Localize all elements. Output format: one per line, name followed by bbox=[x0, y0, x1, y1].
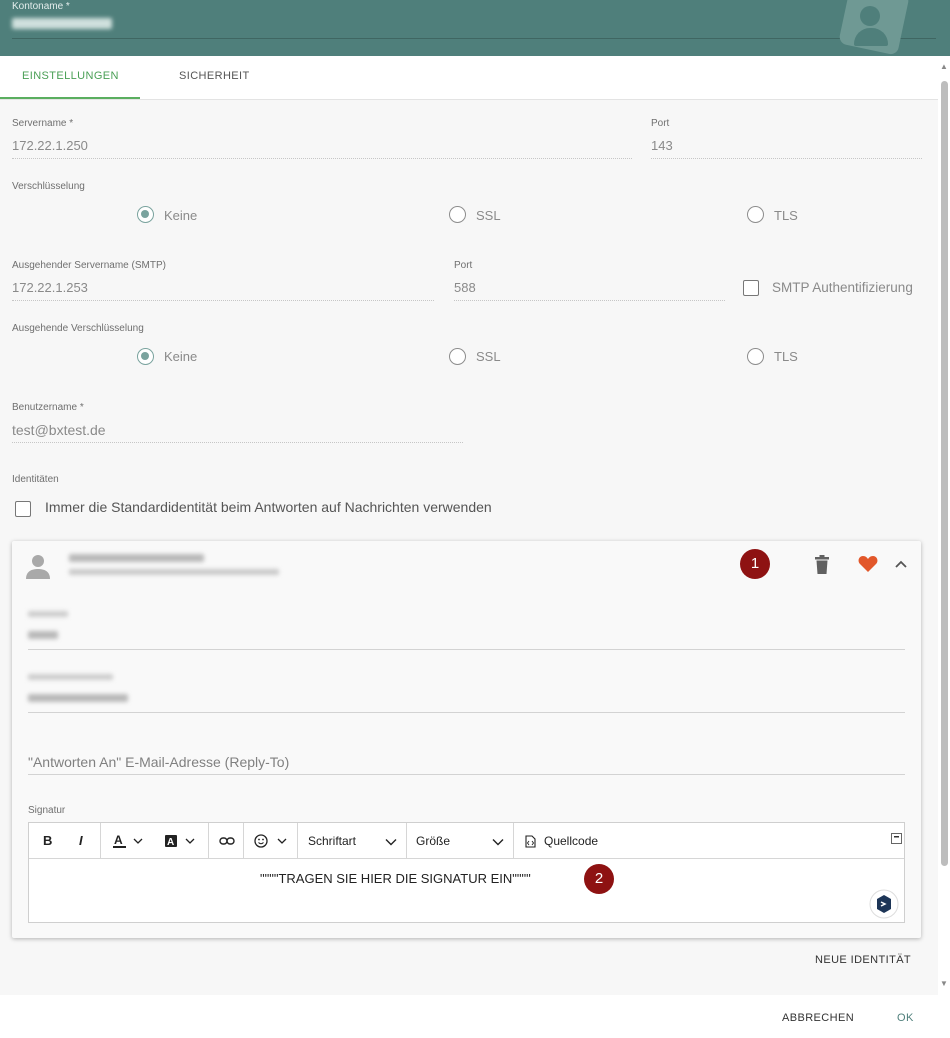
identity-field1-label-redacted bbox=[28, 611, 68, 617]
default-identity-label: Immer die Standardidentität beim Antwort… bbox=[45, 499, 492, 515]
chevron-up-icon[interactable] bbox=[894, 559, 908, 569]
svg-text:A: A bbox=[114, 834, 123, 847]
encryption-label: Verschlüsselung bbox=[12, 181, 85, 192]
smtp-server-label: Ausgehender Servername (SMTP) bbox=[12, 260, 166, 271]
port-underline bbox=[651, 158, 922, 159]
username-field[interactable]: test@bxtest.de bbox=[12, 422, 106, 438]
text-color-button[interactable]: A bbox=[113, 834, 147, 849]
scroll-down-arrow-icon[interactable]: ▼ bbox=[940, 979, 948, 988]
smtp-auth-label: SMTP Authentifizierung bbox=[772, 280, 913, 295]
link-icon[interactable] bbox=[219, 836, 235, 846]
account-name-label: Kontoname * bbox=[12, 1, 70, 12]
identity-card: 1 "Antworten An" E-Mail-Adresse (Reply-T… bbox=[12, 541, 921, 938]
reply-to-field[interactable]: "Antworten An" E-Mail-Adresse (Reply-To) bbox=[28, 754, 289, 770]
smtp-port-underline bbox=[454, 300, 725, 301]
source-code-button[interactable]: Quellcode bbox=[544, 823, 598, 859]
account-avatar-icon bbox=[838, 0, 910, 56]
bold-button[interactable]: B bbox=[43, 823, 52, 859]
server-name-underline bbox=[12, 158, 632, 159]
reply-to-underline bbox=[28, 774, 905, 775]
tab-einstellungen[interactable]: EINSTELLUNGEN bbox=[22, 70, 119, 82]
chevron-down-icon[interactable] bbox=[492, 838, 504, 846]
account-name-underline bbox=[12, 38, 936, 39]
smtp-port-label: Port bbox=[454, 260, 473, 271]
signature-content[interactable]: """"TRAGEN SIE HIER DIE SIGNATUR EIN"""" bbox=[260, 871, 531, 886]
encryption-option-keine: Keine bbox=[164, 208, 198, 223]
identity-field2-underline bbox=[28, 712, 905, 713]
outgoing-encryption-option-keine: Keine bbox=[164, 349, 198, 364]
background-color-button[interactable]: A bbox=[164, 834, 200, 849]
tab-bar: EINSTELLUNGEN SICHERHEIT bbox=[0, 56, 938, 100]
scrollbar-thumb[interactable] bbox=[941, 81, 948, 866]
identity-field2-value-redacted[interactable] bbox=[28, 694, 128, 702]
grammar-assistant-icon[interactable] bbox=[869, 889, 899, 919]
outgoing-encryption-option-ssl: SSL bbox=[476, 349, 501, 364]
collapse-toolbar-icon[interactable] bbox=[891, 833, 902, 844]
smtp-server-field[interactable]: 172.22.1.253 bbox=[12, 280, 88, 295]
italic-button[interactable]: I bbox=[79, 823, 83, 859]
annotation-badge-2: 2 bbox=[584, 864, 614, 894]
username-underline bbox=[12, 442, 463, 443]
ok-button[interactable]: OK bbox=[897, 1012, 914, 1024]
outgoing-encryption-option-tls: TLS bbox=[774, 349, 798, 364]
signature-editor: B I A A Schriftart Größe Quellcode """"T… bbox=[28, 822, 905, 923]
editor-toolbar: B I A A Schriftart Größe Quellcode bbox=[29, 823, 904, 859]
identities-label: Identitäten bbox=[12, 474, 59, 485]
scrollbar[interactable]: ▲ ▼ bbox=[938, 56, 950, 995]
outgoing-encryption-radio-tls[interactable] bbox=[747, 348, 764, 365]
new-identity-button[interactable]: NEUE IDENTITÄT bbox=[815, 954, 911, 966]
chevron-down-icon[interactable] bbox=[385, 838, 397, 846]
identity-field1-value-redacted[interactable] bbox=[28, 631, 58, 639]
smtp-auth-checkbox[interactable] bbox=[743, 280, 759, 296]
dialog-footer: ABBRECHEN OK bbox=[0, 995, 950, 1038]
settings-content: Servername * 172.22.1.250 Port 143 Versc… bbox=[0, 100, 938, 995]
username-label: Benutzername * bbox=[12, 402, 84, 413]
cancel-button[interactable]: ABBRECHEN bbox=[782, 1012, 854, 1024]
smtp-port-field[interactable]: 588 bbox=[454, 280, 476, 295]
account-header: Kontoname * bbox=[0, 0, 950, 56]
identity-name-redacted bbox=[69, 554, 204, 562]
default-identity-checkbox[interactable] bbox=[15, 501, 31, 517]
active-tab-indicator bbox=[0, 97, 140, 99]
font-family-select[interactable]: Schriftart bbox=[308, 823, 356, 859]
outgoing-encryption-radio-keine[interactable] bbox=[137, 348, 154, 365]
encryption-radio-tls[interactable] bbox=[747, 206, 764, 223]
encryption-radio-keine[interactable] bbox=[137, 206, 154, 223]
source-code-icon[interactable] bbox=[525, 835, 536, 848]
annotation-badge-1: 1 bbox=[740, 549, 770, 579]
identity-field2-label-redacted bbox=[28, 674, 113, 680]
signature-label: Signatur bbox=[28, 805, 66, 816]
scroll-up-arrow-icon[interactable]: ▲ bbox=[940, 62, 948, 71]
encryption-option-ssl: SSL bbox=[476, 208, 501, 223]
server-name-field[interactable]: 172.22.1.250 bbox=[12, 138, 88, 153]
emoji-icon[interactable] bbox=[254, 834, 290, 849]
smtp-server-underline bbox=[12, 300, 434, 301]
heart-icon[interactable] bbox=[858, 555, 878, 573]
port-field[interactable]: 143 bbox=[651, 138, 673, 153]
encryption-radio-ssl[interactable] bbox=[449, 206, 466, 223]
tab-sicherheit[interactable]: SICHERHEIT bbox=[179, 70, 250, 82]
outgoing-encryption-label: Ausgehende Verschlüsselung bbox=[12, 323, 144, 334]
identity-email-redacted bbox=[69, 569, 279, 575]
port-label: Port bbox=[651, 118, 670, 129]
outgoing-encryption-radio-ssl[interactable] bbox=[449, 348, 466, 365]
trash-icon[interactable] bbox=[814, 555, 830, 575]
identity-field1-underline bbox=[28, 649, 905, 650]
account-name-value-redacted[interactable] bbox=[12, 18, 112, 29]
svg-text:A: A bbox=[167, 837, 174, 848]
server-name-label: Servername * bbox=[12, 118, 74, 129]
encryption-option-tls: TLS bbox=[774, 208, 798, 223]
font-size-select[interactable]: Größe bbox=[416, 823, 450, 859]
person-icon bbox=[26, 555, 50, 579]
